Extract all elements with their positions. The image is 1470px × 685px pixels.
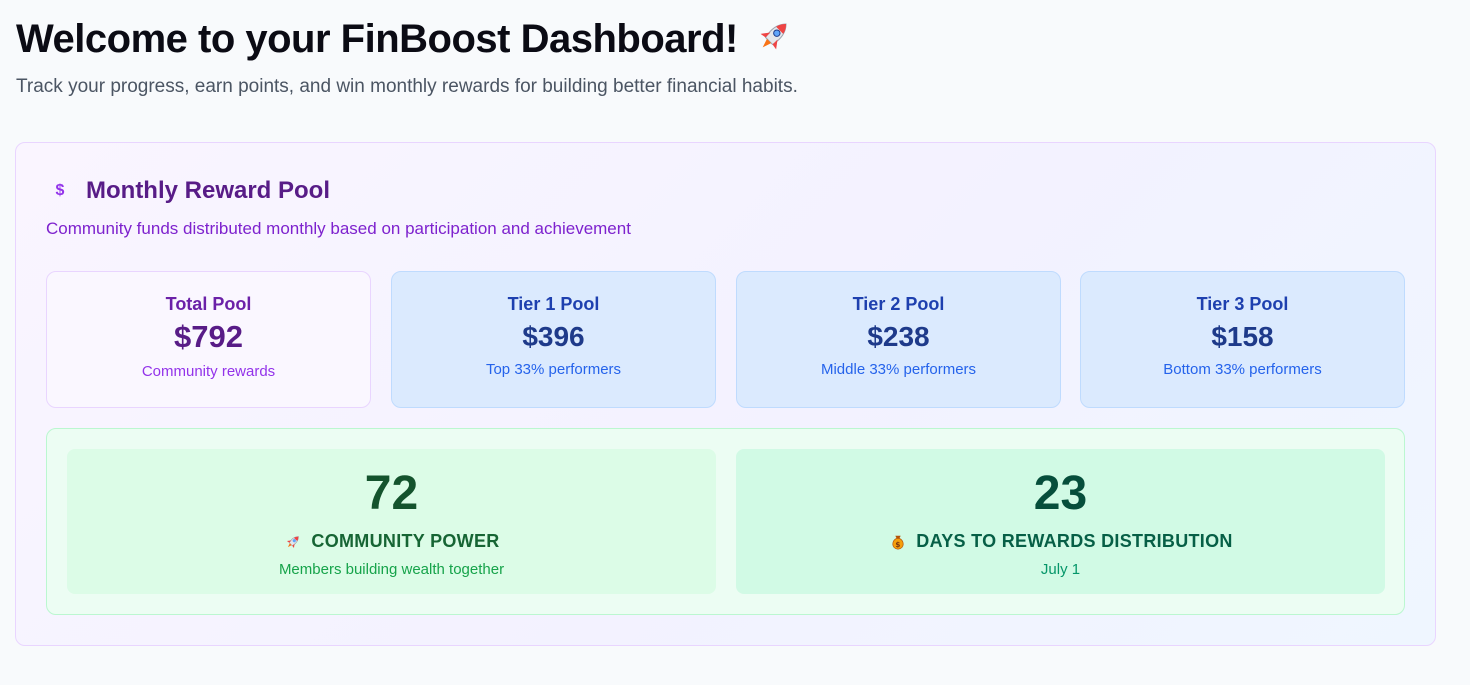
days-to-distribution-label-text: DAYS TO REWARDS DISTRIBUTION (916, 531, 1233, 551)
community-power-card: 72 COMMUNITY POWER Members building weal… (67, 449, 716, 594)
page-subtitle: Track your progress, earn points, and wi… (16, 76, 798, 97)
days-to-distribution-card: 23 $ DAYS TO REWARDS DISTRIBUTION July 1 (736, 449, 1385, 594)
page-title-text: Welcome to your FinBoost Dashboard! (16, 17, 738, 61)
community-stats-panel: 72 COMMUNITY POWER Members building weal… (46, 428, 1405, 615)
tier-label: Tier 3 Pool (1196, 294, 1289, 314)
reward-pool-description: Community funds distributed monthly base… (46, 219, 631, 238)
tier-3-pool-card: Tier 3 Pool $158 Bottom 33% performers (1080, 271, 1405, 408)
tier-amount: $396 (522, 321, 585, 352)
tier-label: Tier 1 Pool (507, 294, 600, 314)
distribution-date: July 1 (1040, 561, 1081, 578)
tier-note: Community rewards (141, 363, 276, 380)
page-title: Welcome to your FinBoost Dashboard! (16, 16, 794, 66)
money-bag-icon: $ (888, 532, 908, 552)
rocket-icon (283, 532, 303, 552)
dollar-icon: $ (55, 182, 65, 199)
total-pool-card: Total Pool $792 Community rewards (46, 271, 371, 408)
community-power-value: 72 (364, 467, 419, 520)
tier-amount: $792 (174, 319, 243, 354)
dashboard-page: Welcome to your FinBoost Dashboard! Trac… (0, 0, 1470, 685)
days-to-distribution-label: $ DAYS TO REWARDS DISTRIBUTION (736, 531, 1385, 552)
reward-pool-title: Monthly Reward Pool (86, 177, 331, 204)
community-power-label-text: COMMUNITY POWER (311, 531, 500, 551)
tier-note: Top 33% performers (485, 361, 622, 378)
tier-2-pool-card: Tier 2 Pool $238 Middle 33% performers (736, 271, 1061, 408)
tier-note: Bottom 33% performers (1163, 361, 1322, 378)
tier-note: Middle 33% performers (820, 361, 977, 378)
tier-label: Tier 2 Pool (852, 294, 945, 314)
community-power-note: Members building wealth together (278, 561, 505, 578)
tier-amount: $238 (867, 321, 930, 352)
days-to-distribution-value: 23 (1033, 467, 1088, 520)
svg-text:$: $ (896, 539, 901, 548)
rocket-icon (754, 16, 794, 66)
reward-pool-header: $ Monthly Reward Pool (52, 177, 330, 205)
tier-label: Total Pool (165, 294, 252, 314)
community-power-label: COMMUNITY POWER (67, 531, 716, 552)
tier-1-pool-card: Tier 1 Pool $396 Top 33% performers (391, 271, 716, 408)
tier-amount: $158 (1211, 321, 1274, 352)
reward-pool-card: $ Monthly Reward Pool Community funds di… (15, 142, 1436, 646)
